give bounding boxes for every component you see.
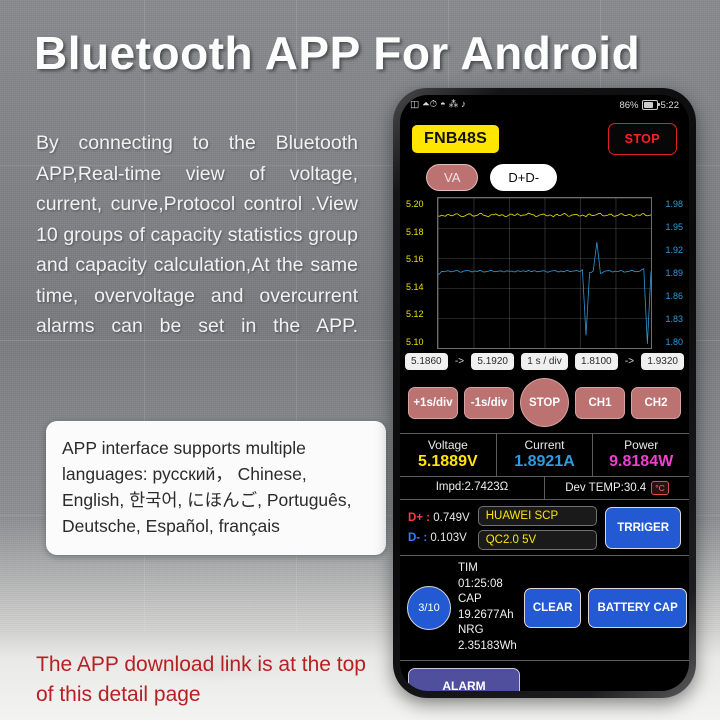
right-tick: 1.80: [665, 337, 683, 347]
voltage-label: Voltage: [427, 438, 468, 452]
phone-screen: ◫ ⏶⏱ ◓ ⁂ ♪ 86% 5:22 FNB48S STOP VA D+D-: [400, 95, 689, 691]
current-range-max[interactable]: 1.9320: [641, 353, 684, 370]
capacity-ah: CAP 19.2677Ah: [458, 593, 514, 621]
left-tick: 5.14: [406, 281, 424, 292]
wifi-icon: ◓: [440, 99, 446, 111]
device-temperature: Dev TEMP:30.4 °C: [545, 477, 689, 499]
measurement-current: Current 1.8921A: [497, 434, 594, 476]
status-bar-left: ◫ ⏶⏱ ◓ ⁂ ♪: [410, 100, 466, 110]
mute-icon: ♪: [461, 99, 466, 111]
status-bar: ◫ ⏶⏱ ◓ ⁂ ♪ 86% 5:22: [400, 95, 689, 115]
tab-dplus-dminus[interactable]: D+D-: [490, 164, 558, 191]
power-label: Power: [624, 438, 659, 452]
measurement-power: Power 9.8184W: [593, 434, 689, 476]
decrease-timebase-button[interactable]: -1s/div: [464, 386, 514, 419]
device-temperature-value: Dev TEMP:30.4: [565, 482, 647, 494]
right-tick: 1.95: [665, 222, 683, 232]
battery-cap-button[interactable]: BATTERY CAP: [588, 587, 687, 628]
trigger-button[interactable]: TRRIGER: [605, 507, 681, 549]
protocol-secondary[interactable]: QC2.0 5V: [477, 530, 598, 550]
current-range-min[interactable]: 1.8100: [575, 353, 618, 370]
battery-icon: [641, 100, 660, 110]
data-line-readouts: D+ : 0.749V D- : 0.103V: [408, 508, 470, 548]
dminus-label: D- :: [408, 532, 428, 544]
status-bar-right: 86% 5:22: [619, 100, 679, 111]
mode-tab-group: VA D+D-: [400, 155, 689, 197]
chart-stop-button[interactable]: STOP: [520, 378, 569, 427]
detected-protocols: HUAWEI SCP QC2.0 5V: [477, 506, 598, 550]
capacity-group-selector[interactable]: 3/10: [407, 585, 451, 630]
chart-svg: [438, 212, 651, 344]
right-tick: 1.83: [665, 314, 683, 324]
alarm-button[interactable]: ALARM: [408, 668, 520, 691]
channel-1-button[interactable]: CH1: [575, 386, 625, 419]
app-header: FNB48S STOP: [400, 115, 689, 155]
language-support-text: APP interface supports multiple language…: [62, 438, 352, 536]
clear-button[interactable]: CLEAR: [523, 587, 582, 628]
dminus-value: 0.103V: [430, 532, 467, 544]
download-link-note: The APP download link is at the top of t…: [36, 653, 366, 706]
left-tick: 5.12: [406, 309, 424, 320]
right-tick: 1.89: [665, 268, 683, 278]
protocol-primary[interactable]: HUAWEI SCP: [477, 506, 598, 526]
status-bar-clock: 5:22: [660, 99, 680, 111]
voltage-value: 5.1889V: [418, 453, 478, 470]
right-tick: 1.86: [665, 291, 683, 301]
current-trace: [438, 242, 651, 344]
bluetooth-icon: ⁂: [448, 99, 459, 111]
capacity-time: TIM 01:25:08: [458, 562, 503, 590]
stop-button[interactable]: STOP: [607, 123, 677, 155]
voltage-range-min[interactable]: 5.1860: [405, 353, 448, 370]
signal-icon: ⏶⏱: [421, 99, 437, 111]
chart-left-axis: 5.20 5.18 5.16 5.14 5.12 5.10: [404, 197, 437, 349]
left-tick: 5.16: [406, 254, 424, 265]
chart-range-row: 5.1860 -> 5.1920 1 s / div 1.8100 -> 1.9…: [400, 349, 689, 374]
capacity-wh: NRG 2.35183Wh: [458, 624, 517, 652]
timebase-value[interactable]: 1 s / div: [521, 353, 568, 370]
right-tick: 1.92: [665, 245, 683, 255]
measurement-panel: Voltage 5.1889V Current 1.8921A Power 9.…: [400, 433, 689, 477]
measurement-voltage: Voltage 5.1889V: [400, 434, 497, 476]
channel-2-button[interactable]: CH2: [631, 386, 681, 419]
alarm-panel: ALARM: [400, 661, 689, 691]
voltage-range-max[interactable]: 5.1920: [471, 353, 514, 370]
power-value: 9.8184W: [609, 453, 674, 470]
dplus-readout: D+ : 0.749V: [408, 508, 470, 528]
tab-va[interactable]: VA: [426, 164, 479, 191]
secondary-measurement-row: Impd:2.7423Ω Dev TEMP:30.4 °C: [400, 477, 689, 500]
description-paragraph: By connecting to the Bluetooth APP,Real-…: [36, 132, 358, 337]
device-model-badge[interactable]: FNB48S: [412, 125, 500, 153]
voltage-range-arrow-icon: ->: [454, 356, 465, 367]
capacity-statistics: TIM 01:25:08 CAP 19.2677Ah NRG 2.35183Wh: [458, 561, 517, 654]
language-support-card: APP interface supports multiple language…: [46, 421, 386, 555]
chart-right-axis: 1.98 1.95 1.92 1.89 1.86 1.83 1.80: [652, 197, 685, 349]
dminus-readout: D- : 0.103V: [408, 528, 470, 548]
phone-device-frame: ◫ ⏶⏱ ◓ ⁂ ♪ 86% 5:22 FNB48S STOP VA D+D-: [393, 88, 696, 698]
current-value: 1.8921A: [514, 453, 575, 470]
chart-plot-area[interactable]: [437, 197, 652, 349]
sim-icon: ◫: [410, 99, 419, 111]
current-label: Current: [524, 438, 565, 452]
left-tick: 5.20: [406, 199, 424, 209]
left-tick: 5.10: [406, 336, 424, 347]
page-title: Bluetooth APP For Android: [34, 27, 641, 79]
left-tick: 5.18: [406, 226, 424, 237]
dplus-value: 0.749V: [433, 512, 470, 524]
capacity-panel: 3/10 TIM 01:25:08 CAP 19.2677Ah NRG 2.35…: [400, 556, 689, 661]
chart-control-row: +1s/div -1s/div STOP CH1 CH2: [400, 374, 689, 433]
increase-timebase-button[interactable]: +1s/div: [408, 386, 458, 419]
celsius-badge-icon[interactable]: °C: [651, 481, 669, 495]
current-range-arrow-icon: ->: [624, 356, 635, 367]
impedance-value: Impd:2.7423Ω: [400, 477, 545, 499]
protocol-panel: D+ : 0.749V D- : 0.103V HUAWEI SCP QC2.0…: [400, 500, 689, 556]
right-tick: 1.98: [665, 199, 683, 209]
waveform-chart[interactable]: 5.20 5.18 5.16 5.14 5.12 5.10 1.98 1.95 …: [400, 197, 689, 349]
dplus-label: D+ :: [408, 512, 431, 524]
voltage-trace: [438, 212, 651, 218]
battery-percent-label: 86%: [619, 99, 639, 111]
